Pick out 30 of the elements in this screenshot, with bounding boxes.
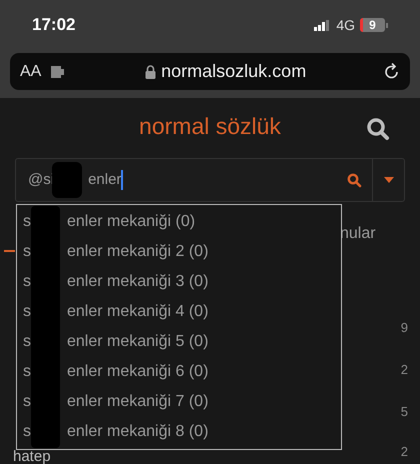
battery-icon: 9 bbox=[360, 18, 388, 32]
search-icon[interactable] bbox=[347, 172, 362, 188]
text-cursor bbox=[121, 170, 124, 190]
suggestion-item[interactable]: s enler mekaniği 7 (0) bbox=[17, 387, 341, 417]
address-bar[interactable]: AA normalsozluk.com bbox=[10, 53, 410, 90]
suggestion-item[interactable]: s enler mekaniği 6 (0) bbox=[17, 357, 341, 387]
network-type: 4G bbox=[336, 16, 355, 34]
search-text: enler bbox=[88, 170, 122, 190]
reload-icon[interactable] bbox=[384, 62, 400, 80]
topic-title[interactable]: hatep bbox=[13, 449, 51, 464]
entry-count: 2 bbox=[400, 443, 408, 461]
lock-icon bbox=[145, 64, 156, 78]
suggestion-item[interactable]: s enler mekaniği 2 (0) bbox=[17, 237, 341, 267]
caret-icon bbox=[384, 177, 394, 183]
text-size-button[interactable]: AA bbox=[20, 64, 42, 80]
status-time: 17:02 bbox=[32, 14, 76, 36]
suggestion-item[interactable]: s enler mekaniği 3 (0) bbox=[17, 267, 341, 297]
suggestion-item[interactable]: s enler mekaniği 5 (0) bbox=[17, 327, 341, 357]
active-tab-marker bbox=[4, 250, 15, 252]
signal-icon bbox=[314, 20, 330, 30]
search-icon[interactable] bbox=[366, 117, 390, 141]
entry-count: 2 bbox=[400, 361, 408, 379]
redaction-bar bbox=[52, 162, 82, 198]
url-text: normalsozluk.com bbox=[161, 60, 306, 83]
entry-count: 9 bbox=[400, 319, 408, 337]
suggestion-item[interactable]: s enler mekaniği 4 (0) bbox=[17, 297, 341, 327]
suggestion-item[interactable]: s enler mekaniği 8 (0) bbox=[17, 417, 341, 447]
suggestion-item[interactable]: s enler mekaniği (0) bbox=[17, 207, 341, 237]
site-logo[interactable]: normal sözlük bbox=[139, 108, 281, 144]
entry-count: 5 bbox=[400, 403, 408, 421]
